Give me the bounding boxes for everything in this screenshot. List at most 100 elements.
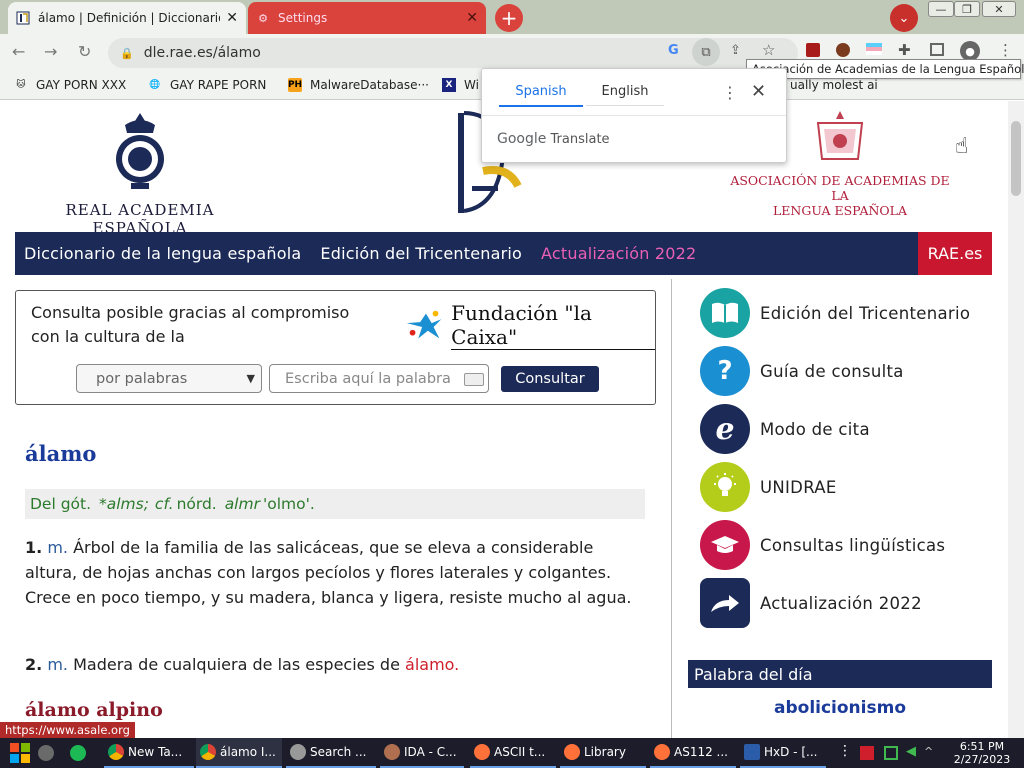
url-text: dle.rae.es/álamo bbox=[143, 45, 261, 61]
nav-rae-link[interactable]: RAE.es bbox=[918, 232, 992, 275]
bookmark-item[interactable]: PH MalwareDatabase··· bbox=[288, 78, 429, 92]
taskbar-item[interactable]: IDA - C... bbox=[380, 738, 464, 768]
translate-icon[interactable]: ⧉ bbox=[692, 38, 720, 66]
bookmark-star-icon[interactable]: ☆ bbox=[762, 41, 775, 59]
google-translate-brand: Google Translate bbox=[497, 131, 610, 147]
flag-extension-icon[interactable] bbox=[866, 43, 882, 55]
tab-search-chevron-icon[interactable]: ⌄ bbox=[890, 4, 918, 32]
taskbar-item[interactable]: AS112 ... bbox=[650, 738, 736, 768]
caixa-logo[interactable]: Fundación "la Caixa" bbox=[403, 301, 655, 350]
hand-cursor-icon: ☝ bbox=[955, 134, 969, 159]
search-panel: Consulta posible gracias al compromiso c… bbox=[15, 290, 656, 405]
close-window-button[interactable]: ✕ bbox=[982, 1, 1016, 17]
entry-lemma: álamo bbox=[25, 441, 97, 466]
tab-settings[interactable]: ⚙ Settings ✕ bbox=[248, 2, 486, 34]
bookmark-item[interactable]: X Wi bbox=[442, 78, 479, 92]
minimize-button[interactable]: — bbox=[928, 1, 954, 17]
sidepanel-icon[interactable] bbox=[930, 43, 944, 56]
divider bbox=[482, 115, 786, 116]
restore-button[interactable]: ❐ bbox=[954, 1, 980, 17]
chrome-icon bbox=[108, 744, 124, 760]
monitor-tray-icon[interactable] bbox=[884, 746, 898, 760]
translate-tab-english[interactable]: English bbox=[586, 84, 664, 106]
graduation-cap-icon bbox=[700, 520, 750, 570]
overflow-icon[interactable]: ⋮ bbox=[838, 743, 852, 759]
keyboard-icon[interactable] bbox=[464, 373, 484, 386]
windows-start-icon[interactable] bbox=[10, 743, 30, 763]
nav-dle[interactable]: Diccionario de la lengua española bbox=[24, 244, 301, 263]
volume-icon[interactable]: ◀ bbox=[906, 744, 920, 759]
sponsor-text: Consulta posible gracias al compromiso c… bbox=[31, 303, 350, 346]
sidebar-item-guia[interactable]: ? Guía de consulta bbox=[700, 346, 904, 396]
word-of-day-header: Palabra del día bbox=[688, 660, 992, 688]
bookmark-item[interactable]: 🐱 GAY PORN XXX bbox=[14, 78, 126, 92]
sidebar-item-unidrae[interactable]: UNIDRAE bbox=[700, 462, 837, 512]
bookmark-item[interactable]: 🌐 GAY RAPE PORN bbox=[148, 78, 266, 92]
translate-popup: Spanish English ⋮ ✕ Google Translate bbox=[481, 68, 787, 163]
avatar-extension-icon[interactable] bbox=[836, 43, 850, 57]
taskbar-item[interactable]: ASCII t... bbox=[470, 738, 556, 768]
rae-favicon-icon bbox=[16, 11, 30, 25]
globe-icon: 🌐 bbox=[149, 80, 161, 90]
sidebar-item-cita[interactable]: e Modo de cita bbox=[700, 404, 870, 454]
consultar-button[interactable]: Consultar bbox=[501, 366, 599, 392]
extensions-puzzle-icon[interactable]: ✚ bbox=[898, 41, 911, 59]
taskbar-item[interactable]: Library bbox=[560, 738, 646, 768]
rae-logo[interactable]: REAL ACADEMIA ESPAÑOLA bbox=[20, 111, 260, 237]
nav-actualizacion[interactable]: Actualización 2022 bbox=[541, 244, 696, 263]
asale-name: ASOCIACIÓN DE ACADEMIAS DE LA LENGUA ESP… bbox=[730, 173, 950, 218]
new-tab-button[interactable]: + bbox=[495, 4, 523, 32]
profile-icon[interactable]: ● bbox=[960, 41, 980, 61]
reload-icon[interactable]: ↻ bbox=[78, 42, 91, 61]
taskbar-item[interactable]: Search ... bbox=[286, 738, 376, 768]
definition-1: 1. m. Árbol de la familia de las salicác… bbox=[25, 538, 632, 607]
close-tab-icon[interactable]: ✕ bbox=[466, 10, 478, 26]
gear-icon: ⚙ bbox=[258, 11, 268, 25]
page-scrollbar[interactable] bbox=[1008, 101, 1024, 738]
clock[interactable]: 6:51 PM 2/27/2023 bbox=[942, 740, 1022, 766]
search-input[interactable]: Escriba aquí la palabra bbox=[269, 364, 489, 393]
sidebar-item-actualizacion[interactable]: Actualización 2022 bbox=[700, 578, 922, 628]
word-of-day-link[interactable]: abolicionismo bbox=[688, 698, 992, 718]
flag-tray-icon[interactable] bbox=[860, 746, 874, 760]
forward-icon[interactable]: → bbox=[44, 42, 57, 61]
close-icon[interactable]: ✕ bbox=[751, 81, 766, 102]
sub-lemma: álamo alpino bbox=[25, 699, 163, 721]
tab-title: Settings bbox=[278, 11, 328, 25]
forward-arrow-icon bbox=[700, 578, 750, 628]
chevron-up-icon[interactable]: ^ bbox=[924, 745, 938, 759]
search-icon bbox=[290, 744, 306, 760]
search-pin-icon[interactable] bbox=[38, 745, 54, 761]
search-mode-select[interactable]: por palabras ▼ bbox=[76, 364, 262, 393]
translate-tab-spanish[interactable]: Spanish bbox=[499, 84, 583, 107]
cat-icon: 🐱 bbox=[16, 80, 26, 90]
menu-kebab-icon[interactable]: ⋮ bbox=[998, 41, 1013, 59]
nav-tricentenario[interactable]: Edición del Tricentenario bbox=[320, 244, 522, 263]
taskbar-item[interactable]: álamo I... bbox=[196, 738, 282, 768]
sidebar-item-consultas[interactable]: Consultas lingüísticas bbox=[700, 520, 945, 570]
question-icon: ? bbox=[700, 346, 750, 396]
tab-alamo[interactable]: álamo | Definición | Diccionario ✕ bbox=[8, 2, 246, 34]
cross-reference-link[interactable]: álamo. bbox=[405, 655, 459, 674]
lock-icon[interactable]: 🔒 bbox=[120, 47, 134, 60]
google-icon[interactable]: G bbox=[668, 43, 679, 58]
x-icon: X bbox=[442, 78, 456, 92]
taskbar-item[interactable]: HxD - [... bbox=[740, 738, 826, 768]
taskbar: New Ta... álamo I... Search ... IDA - C.… bbox=[0, 738, 1024, 768]
taskbar-item[interactable]: New Ta... bbox=[104, 738, 194, 768]
back-icon[interactable]: ← bbox=[12, 42, 25, 61]
scrollbar-thumb[interactable] bbox=[1011, 121, 1021, 196]
etymology: Del gót. *alms; cf. nórd. almr 'olmo'. bbox=[25, 489, 645, 519]
share-icon[interactable]: ⇪ bbox=[730, 43, 741, 58]
ublock-icon[interactable] bbox=[806, 43, 820, 57]
chrome-icon bbox=[200, 744, 216, 760]
tab-strip: álamo | Definición | Diccionario ✕ ⚙ Set… bbox=[0, 0, 1024, 34]
column-divider bbox=[671, 279, 672, 738]
firefox-icon bbox=[564, 744, 580, 760]
translate-menu-icon[interactable]: ⋮ bbox=[722, 83, 738, 102]
caixa-star-icon bbox=[406, 310, 442, 338]
spotify-icon[interactable] bbox=[70, 745, 86, 761]
bookmark-item[interactable]: ually molest ai bbox=[790, 78, 878, 92]
close-tab-icon[interactable]: ✕ bbox=[226, 10, 238, 26]
sidebar-item-tricentenario[interactable]: Edición del Tricentenario bbox=[700, 288, 970, 338]
